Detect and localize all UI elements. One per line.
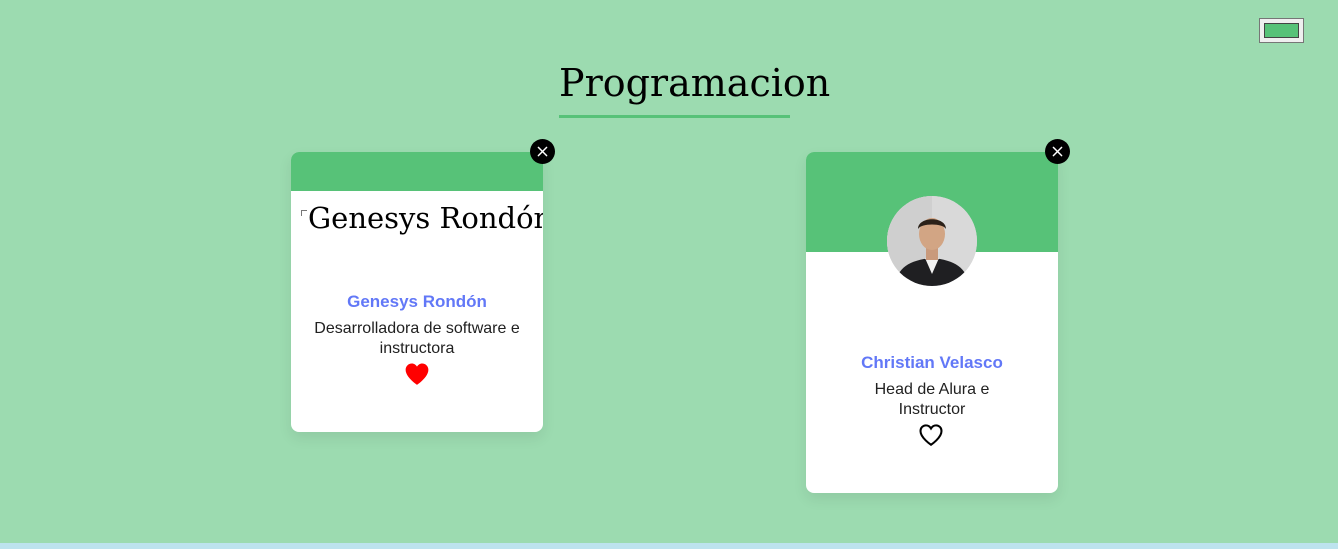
- footer-strip: [0, 543, 1338, 549]
- delete-collaborator-button[interactable]: [530, 139, 555, 164]
- delete-collaborator-button[interactable]: [1045, 139, 1070, 164]
- section-title-underline: [559, 115, 790, 118]
- collaborator-name: Christian Velasco: [861, 353, 1003, 372]
- team-color-picker[interactable]: [1259, 18, 1304, 43]
- color-swatch-icon: [1264, 23, 1299, 38]
- collaborator-card: Genesys Rondón Genesys Rondón Desarrolla…: [291, 139, 555, 432]
- person-photo: [887, 196, 977, 286]
- collaborator-photo: [887, 196, 977, 286]
- collaborator-card: Christian Velasco Head de Alura e Instru…: [806, 139, 1070, 493]
- favorite-button[interactable]: [404, 362, 430, 386]
- favorite-button[interactable]: [918, 423, 944, 447]
- collaborator-photo-broken: Genesys Rondón: [301, 196, 543, 240]
- close-icon: [1052, 146, 1063, 157]
- collaborator-role: Desarrolladora de software e instructora: [314, 320, 520, 357]
- image-alt-text: Genesys Rondón: [308, 201, 543, 235]
- section-title: Programacion: [559, 61, 831, 105]
- heart-filled-icon: [405, 363, 429, 385]
- heart-outline-icon: [919, 424, 943, 446]
- card-header: [291, 152, 543, 191]
- collaborator-name: Genesys Rondón: [347, 292, 487, 311]
- broken-image-icon: [301, 210, 307, 216]
- collaborator-role: Head de Alura e Instructor: [874, 381, 990, 418]
- close-icon: [537, 146, 548, 157]
